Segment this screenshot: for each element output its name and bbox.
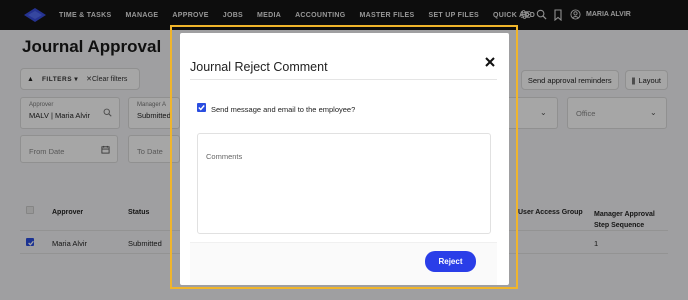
- dialog-title: Journal Reject Comment: [190, 60, 328, 74]
- reject-comment-dialog: Journal Reject Comment Send message and …: [180, 33, 509, 285]
- reject-button[interactable]: Reject: [425, 251, 476, 272]
- send-message-label[interactable]: Send message and email to the employee?: [211, 105, 355, 114]
- title-divider: [190, 79, 497, 80]
- comments-placeholder: Comments: [206, 152, 243, 161]
- check-icon: [198, 105, 205, 111]
- close-icon[interactable]: [483, 55, 497, 69]
- send-message-checkbox[interactable]: [197, 103, 206, 112]
- comments-textarea[interactable]: Comments: [197, 133, 491, 234]
